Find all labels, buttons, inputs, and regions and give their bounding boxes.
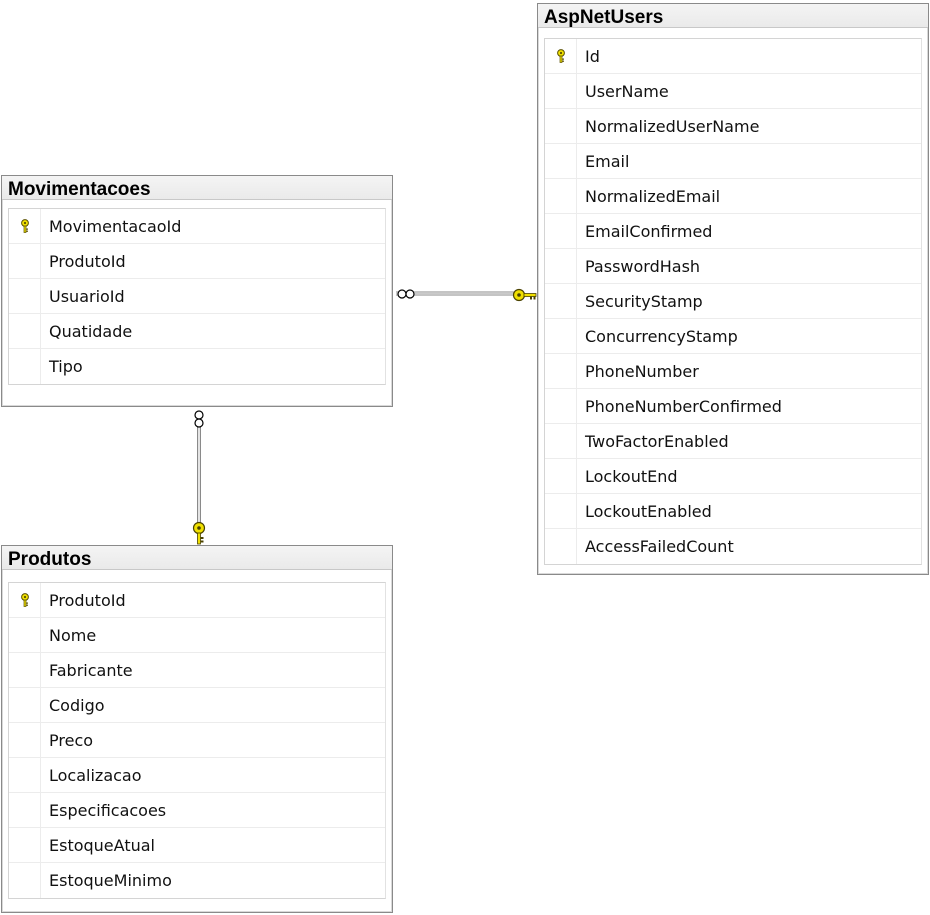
infinity-icon (194, 410, 204, 428)
relationship-movimentacoes-aspnetusers[interactable] (396, 288, 537, 302)
relationship-movimentacoes-produtos[interactable] (192, 410, 206, 545)
relationship-layer (192, 288, 537, 545)
key-icon (512, 288, 537, 302)
key-icon (192, 521, 206, 545)
